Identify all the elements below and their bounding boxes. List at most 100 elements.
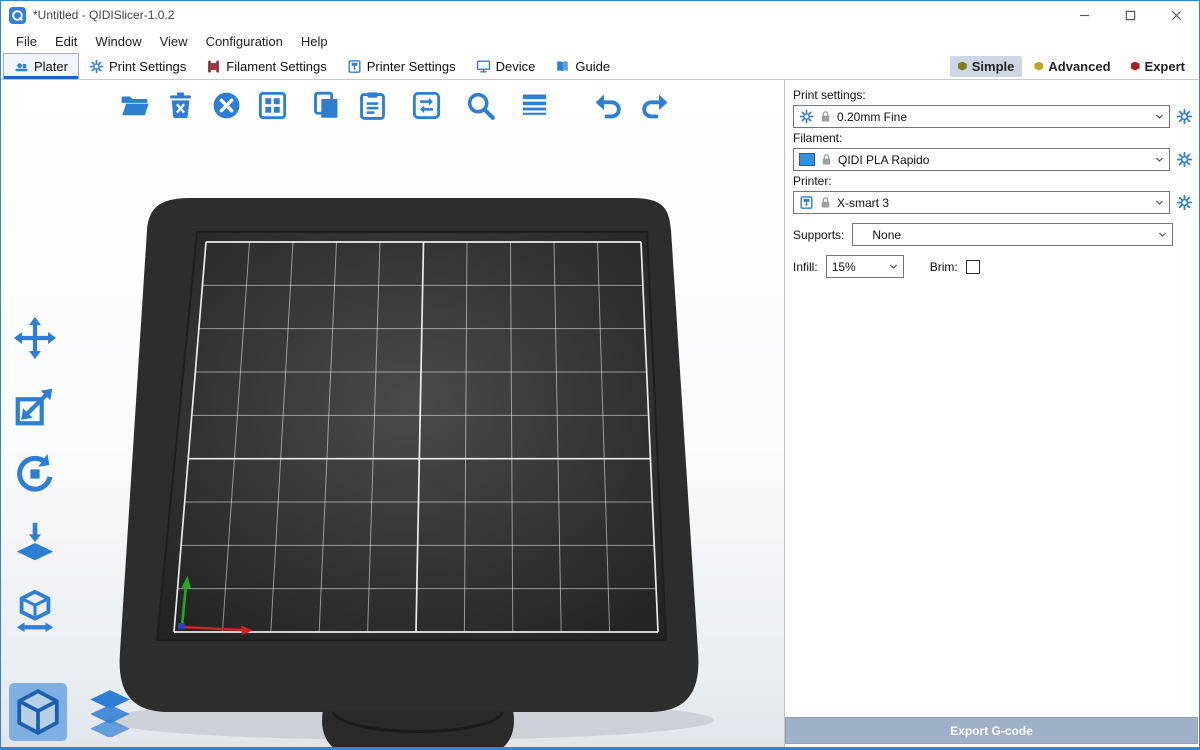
chevron-down-icon (884, 256, 903, 277)
object-toolbar (117, 88, 671, 122)
preview-button[interactable] (81, 683, 139, 741)
chevron-down-icon (1150, 106, 1169, 127)
gizmo-toolbar (9, 312, 61, 636)
print-settings-label: Print settings: (793, 88, 1193, 102)
delete-button[interactable] (163, 88, 197, 122)
mode-label: Expert (1145, 59, 1185, 74)
gear-icon (1176, 194, 1193, 211)
trash-icon (165, 90, 196, 121)
paste-button[interactable] (355, 88, 389, 122)
copy-icon (311, 90, 342, 121)
app-window: *Untitled - QIDISlicer-1.0.2 File Edit W… (0, 0, 1200, 750)
move-arrows-icon (12, 315, 58, 361)
undo-button[interactable] (591, 88, 625, 122)
move-button[interactable] (9, 312, 61, 364)
scale-icon (12, 383, 58, 429)
view-toggle (9, 683, 139, 741)
minimize-button[interactable] (1061, 1, 1107, 29)
lock-icon (818, 109, 833, 124)
settings-sidebar: Print settings: 0.20mm Fine Filament: QI… (784, 80, 1199, 747)
copy-button[interactable] (309, 88, 343, 122)
tab-guide[interactable]: Guide (545, 53, 620, 79)
split-icon (411, 90, 442, 121)
open-button[interactable] (117, 88, 151, 122)
menu-help[interactable]: Help (292, 32, 337, 51)
infill-select[interactable]: 15% (826, 255, 904, 278)
app-logo-icon (9, 7, 26, 24)
printer-icon (347, 59, 362, 74)
edit-filament-button[interactable] (1176, 151, 1193, 168)
export-gcode-button[interactable]: Export G-code (785, 717, 1198, 744)
guide-book-icon (555, 59, 570, 74)
lock-icon (819, 152, 834, 167)
menu-edit[interactable]: Edit (46, 32, 86, 51)
place-on-face-button[interactable] (9, 516, 61, 568)
tab-label: Filament Settings (226, 59, 326, 74)
edit-print-settings-button[interactable] (1176, 108, 1193, 125)
search-button[interactable] (463, 88, 497, 122)
folder-open-icon (119, 90, 150, 121)
cube-measure-icon (12, 587, 58, 633)
close-icon (1171, 10, 1182, 21)
print-settings-row: 0.20mm Fine (793, 105, 1193, 128)
delete-all-circle-icon (211, 90, 242, 121)
layer-bars-icon (519, 90, 550, 121)
printer-row: X-smart 3 (793, 191, 1193, 214)
tab-device[interactable]: Device (466, 53, 546, 79)
menu-file[interactable]: File (7, 32, 46, 51)
tab-filament-settings[interactable]: Filament Settings (196, 53, 336, 79)
scale-button[interactable] (9, 380, 61, 432)
tab-plater[interactable]: Plater (3, 53, 79, 79)
window-title: *Untitled - QIDISlicer-1.0.2 (33, 8, 174, 22)
menu-configuration[interactable]: Configuration (197, 32, 292, 51)
arrange-grid-icon (257, 90, 288, 121)
redo-button[interactable] (637, 88, 671, 122)
chevron-down-icon (1150, 149, 1169, 170)
rotate-icon (12, 451, 58, 497)
tab-label: Plater (34, 59, 68, 74)
3d-editor-view-button[interactable] (9, 683, 67, 741)
variable-layer-height-button[interactable] (517, 88, 551, 122)
split-button[interactable] (409, 88, 443, 122)
mode-advanced[interactable]: Advanced (1026, 56, 1118, 77)
printer-label: Printer: (793, 174, 1193, 188)
tab-printer-settings[interactable]: Printer Settings (337, 53, 466, 79)
supports-select[interactable]: None (852, 223, 1173, 246)
gear-icon (799, 109, 814, 124)
filament-color-swatch (799, 153, 815, 166)
build-plate[interactable] (1, 80, 784, 747)
rotate-button[interactable] (9, 448, 61, 500)
brim-checkbox[interactable] (966, 260, 980, 274)
plater-icon (14, 59, 29, 74)
delete-all-button[interactable] (209, 88, 243, 122)
window-controls (1061, 1, 1199, 29)
menu-window[interactable]: Window (86, 32, 150, 51)
mode-simple[interactable]: Simple (950, 56, 1023, 77)
maximize-button[interactable] (1107, 1, 1153, 29)
title-bar[interactable]: *Untitled - QIDISlicer-1.0.2 (1, 1, 1199, 29)
filament-spool-icon (206, 59, 221, 74)
chevron-down-icon (1153, 224, 1172, 245)
search-icon (465, 90, 496, 121)
tab-bar: Plater Print Settings Filament Settings … (1, 53, 1199, 80)
simple-mode-hex-icon (958, 62, 967, 71)
paste-clipboard-icon (357, 90, 388, 121)
close-button[interactable] (1153, 1, 1199, 29)
filament-select[interactable]: QIDI PLA Rapido (793, 148, 1170, 171)
expert-mode-hex-icon (1131, 62, 1140, 71)
measure-button[interactable] (9, 584, 61, 636)
cube-3d-icon (13, 687, 63, 737)
print-settings-select[interactable]: 0.20mm Fine (793, 105, 1170, 128)
infill-brim-row: Infill: 15% Brim: (793, 255, 1193, 278)
filament-value: QIDI PLA Rapido (838, 153, 1150, 167)
mode-expert[interactable]: Expert (1123, 56, 1193, 77)
edit-printer-button[interactable] (1176, 194, 1193, 211)
menu-bar: File Edit Window View Configuration Help (1, 29, 1199, 53)
gear-icon (1176, 108, 1193, 125)
arrange-button[interactable] (255, 88, 289, 122)
chevron-down-icon (1150, 192, 1169, 213)
3d-viewport[interactable] (1, 80, 784, 747)
tab-print-settings[interactable]: Print Settings (79, 53, 196, 79)
menu-view[interactable]: View (151, 32, 197, 51)
printer-select[interactable]: X-smart 3 (793, 191, 1170, 214)
